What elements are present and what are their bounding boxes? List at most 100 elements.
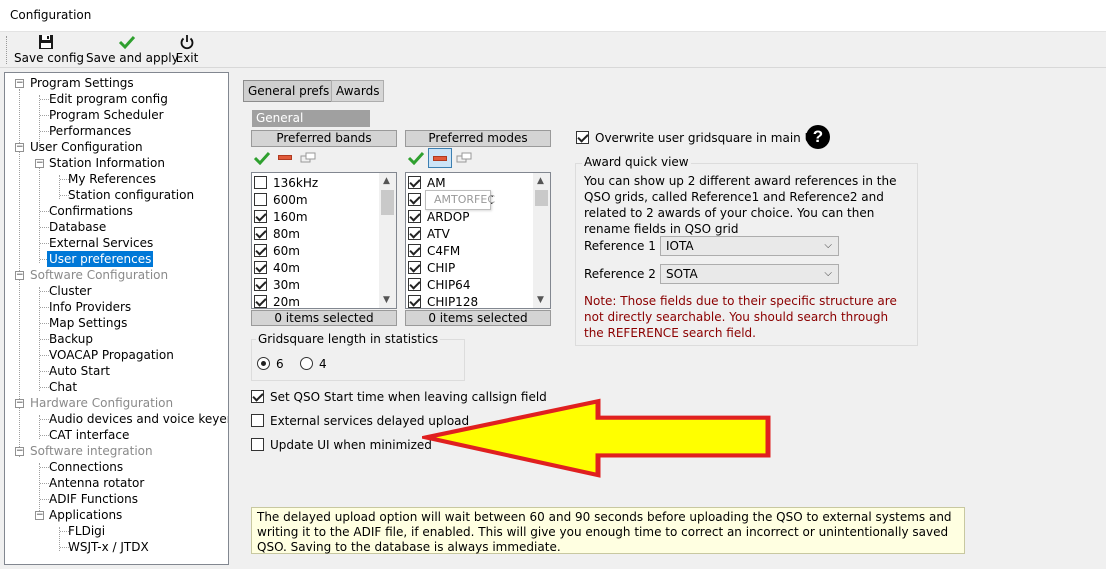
tree-my-references[interactable]: My References bbox=[68, 171, 156, 187]
collapse-toggle[interactable]: − bbox=[15, 447, 24, 456]
mode-item-checkbox[interactable] bbox=[408, 176, 421, 189]
tree-fldigi[interactable]: FLDigi bbox=[68, 523, 105, 539]
band-list-item[interactable]: 30m bbox=[254, 277, 300, 294]
band-item-checkbox[interactable] bbox=[254, 278, 267, 291]
tree-hardware-configuration[interactable]: Hardware Configuration bbox=[30, 395, 173, 411]
collapse-toggle[interactable]: − bbox=[35, 511, 44, 520]
scroll-down-icon[interactable]: ▼ bbox=[383, 295, 390, 305]
mode-item-checkbox[interactable] bbox=[408, 295, 421, 308]
invert-selection-icon[interactable] bbox=[456, 152, 472, 167]
update-ui-option[interactable]: Update UI when minimized bbox=[251, 436, 432, 454]
bands-scrollbar[interactable]: ▲ ▼ bbox=[379, 173, 396, 308]
reference2-select[interactable]: SOTA ⌵ bbox=[660, 264, 839, 284]
band-item-checkbox[interactable] bbox=[254, 295, 267, 308]
save-and-apply-button[interactable]: Save and apply bbox=[86, 34, 179, 66]
mode-list-item[interactable]: ARDOP bbox=[408, 209, 469, 226]
band-list-item[interactable]: 600m bbox=[254, 192, 308, 209]
tree-database[interactable]: Database bbox=[49, 219, 106, 235]
band-item-checkbox[interactable] bbox=[254, 176, 267, 189]
mode-list-item[interactable]: CHIP128 bbox=[408, 294, 478, 308]
select-all-icon[interactable] bbox=[253, 151, 271, 168]
tree-wsjt[interactable]: WSJT-x / JTDX bbox=[68, 539, 149, 555]
mode-list-item[interactable]: ATV bbox=[408, 226, 450, 243]
save-config-button[interactable]: Save config bbox=[14, 34, 84, 66]
gridsquare-option-4[interactable]: 4 bbox=[300, 355, 327, 373]
mode-list-item[interactable]: CHIP64 bbox=[408, 277, 470, 294]
collapse-toggle[interactable]: − bbox=[15, 79, 24, 88]
collapse-toggle[interactable]: − bbox=[15, 271, 24, 280]
tree-confirmations[interactable]: Confirmations bbox=[49, 203, 133, 219]
help-icon[interactable]: ? bbox=[806, 125, 830, 149]
band-item-checkbox[interactable] bbox=[254, 227, 267, 240]
tree-performances[interactable]: Performances bbox=[49, 123, 131, 139]
band-list-item[interactable]: 160m bbox=[254, 209, 308, 226]
tree-program-settings[interactable]: Program Settings bbox=[30, 75, 134, 91]
band-list-item[interactable]: 20m bbox=[254, 294, 300, 308]
settings-tree[interactable]: − Program Settings Edit program config P… bbox=[4, 72, 229, 565]
collapse-toggle[interactable]: − bbox=[15, 143, 24, 152]
tab-general-prefs[interactable]: General prefs bbox=[243, 80, 335, 102]
tree-backup[interactable]: Backup bbox=[49, 331, 93, 347]
bands-listbox[interactable]: 136kHz 600m 160m 80m 60m 40m 30m 20m ▲ ▼ bbox=[251, 172, 397, 309]
tree-info-providers[interactable]: Info Providers bbox=[49, 299, 131, 315]
tree-user-preferences[interactable]: User preferences bbox=[47, 251, 154, 267]
band-item-checkbox[interactable] bbox=[254, 244, 267, 257]
tree-station-configuration[interactable]: Station configuration bbox=[68, 187, 194, 203]
tree-edit-program-config[interactable]: Edit program config bbox=[49, 91, 168, 107]
update-ui-checkbox[interactable] bbox=[251, 438, 264, 451]
invert-selection-icon[interactable] bbox=[300, 152, 316, 167]
mode-item-checkbox[interactable] bbox=[408, 227, 421, 240]
tree-cluster[interactable]: Cluster bbox=[49, 283, 92, 299]
tree-audio-devices[interactable]: Audio devices and voice keyer bbox=[49, 411, 228, 427]
tree-adif-functions[interactable]: ADIF Functions bbox=[49, 491, 138, 507]
tree-software-integration[interactable]: Software integration bbox=[30, 443, 153, 459]
select-all-icon[interactable] bbox=[407, 151, 425, 168]
scroll-up-icon[interactable]: ▲ bbox=[537, 176, 544, 186]
mode-item-checkbox[interactable] bbox=[408, 278, 421, 291]
scroll-thumb[interactable] bbox=[381, 190, 394, 215]
qso-start-checkbox[interactable] bbox=[251, 390, 264, 403]
deselect-all-icon[interactable] bbox=[278, 155, 292, 160]
reference1-select[interactable]: IOTA ⌵ bbox=[660, 236, 839, 256]
tree-connections[interactable]: Connections bbox=[49, 459, 123, 475]
tree-applications[interactable]: Applications bbox=[49, 507, 122, 523]
tree-antenna-rotator[interactable]: Antenna rotator bbox=[49, 475, 144, 491]
mode-list-item[interactable]: C4FM bbox=[408, 243, 460, 260]
band-item-checkbox[interactable] bbox=[254, 261, 267, 274]
tree-map-settings[interactable]: Map Settings bbox=[49, 315, 127, 331]
scroll-down-icon[interactable]: ▼ bbox=[537, 295, 544, 305]
mode-item-checkbox[interactable] bbox=[408, 261, 421, 274]
radio-6[interactable] bbox=[257, 357, 270, 370]
overwrite-gridsquare-option[interactable]: Overwrite user gridsquare in main UI bbox=[576, 129, 817, 147]
scroll-up-icon[interactable]: ▲ bbox=[383, 176, 390, 186]
exit-button[interactable]: Exit bbox=[174, 34, 200, 66]
mode-list-item[interactable]: CHIP bbox=[408, 260, 455, 277]
radio-4[interactable] bbox=[300, 357, 313, 370]
tree-program-scheduler[interactable]: Program Scheduler bbox=[49, 107, 164, 123]
collapse-toggle[interactable]: − bbox=[15, 399, 24, 408]
collapse-toggle[interactable]: − bbox=[35, 159, 44, 168]
tree-chat[interactable]: Chat bbox=[49, 379, 77, 395]
scroll-thumb[interactable] bbox=[535, 190, 548, 206]
tree-cat-interface[interactable]: CAT interface bbox=[49, 427, 129, 443]
tab-awards[interactable]: Awards bbox=[331, 80, 385, 102]
band-item-checkbox[interactable] bbox=[254, 210, 267, 223]
tree-voacap-propagation[interactable]: VOACAP Propagation bbox=[49, 347, 174, 363]
modes-scrollbar[interactable]: ▲ ▼ bbox=[533, 173, 550, 308]
overwrite-gridsquare-checkbox[interactable] bbox=[576, 131, 589, 144]
gridsquare-option-6[interactable]: 6 bbox=[257, 355, 284, 373]
tree-user-configuration[interactable]: User Configuration bbox=[30, 139, 143, 155]
mode-item-checkbox[interactable] bbox=[408, 244, 421, 257]
delayed-upload-checkbox[interactable] bbox=[251, 414, 264, 427]
mode-item-checkbox[interactable] bbox=[408, 210, 421, 223]
band-list-item[interactable]: 136kHz bbox=[254, 175, 318, 192]
band-item-checkbox[interactable] bbox=[254, 193, 267, 206]
band-list-item[interactable]: 40m bbox=[254, 260, 300, 277]
tree-station-information[interactable]: Station Information bbox=[49, 155, 165, 171]
band-list-item[interactable]: 80m bbox=[254, 226, 300, 243]
tree-software-configuration[interactable]: Software Configuration bbox=[30, 267, 168, 283]
tree-auto-start[interactable]: Auto Start bbox=[49, 363, 110, 379]
deselect-all-icon[interactable] bbox=[428, 148, 452, 168]
mode-item-checkbox[interactable] bbox=[408, 193, 421, 206]
tree-external-services[interactable]: External Services bbox=[49, 235, 153, 251]
